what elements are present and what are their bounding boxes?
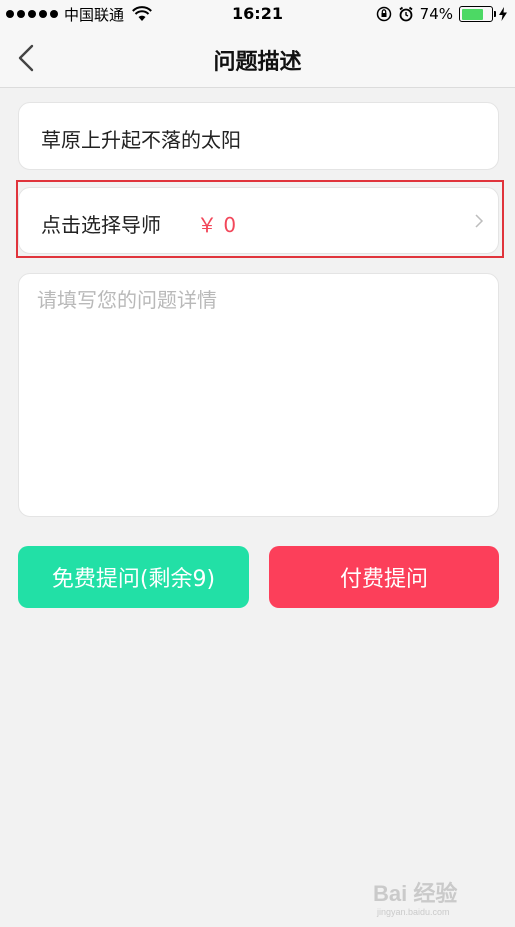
free-ask-button[interactable]: 免费提问(剩余9) (18, 546, 249, 608)
baidu-jingyan-watermark: Bai 经验 jingyan.baidu.com (373, 881, 457, 917)
battery-icon (459, 6, 496, 22)
alarm-icon (399, 6, 413, 22)
battery-percent: 74% (419, 5, 453, 23)
status-right: 74% (376, 4, 507, 24)
question-detail-input[interactable] (37, 284, 477, 504)
navigation-bar: 问题描述 (0, 28, 515, 88)
paid-ask-button[interactable]: 付费提问 (269, 546, 499, 608)
select-tutor-label: 点击选择导师 (41, 213, 161, 237)
rotation-lock-icon (376, 6, 391, 22)
charging-bolt-icon (499, 7, 507, 21)
page-title: 问题描述 (213, 50, 302, 75)
question-title-text[interactable]: 草原上升起不落的太阳 (41, 124, 241, 153)
watermark-text: Bai 经验 (373, 881, 457, 906)
tutor-price: ￥ 0 (197, 213, 237, 237)
question-detail-card (18, 273, 499, 517)
status-bar: 中国联通 16:21 74% (0, 0, 515, 28)
watermark-subtext: jingyan.baidu.com (376, 907, 450, 917)
select-tutor-row[interactable]: 点击选择导师 ￥ 0 (18, 187, 499, 254)
question-title-card[interactable]: 草原上升起不落的太阳 (18, 102, 499, 170)
chevron-right-icon (475, 214, 484, 228)
battery-fill (461, 8, 483, 20)
